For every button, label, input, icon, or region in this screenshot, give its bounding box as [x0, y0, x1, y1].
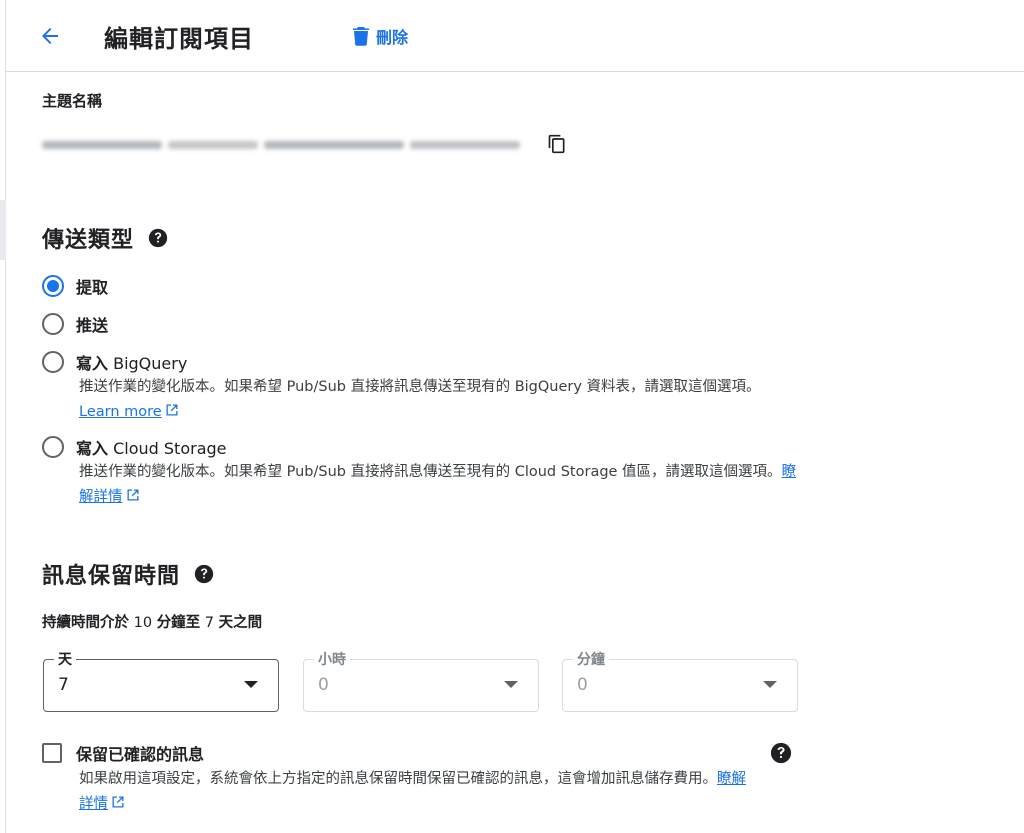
radio-push-label: 推送	[76, 316, 109, 335]
left-rail-marker	[0, 200, 6, 260]
radio-button[interactable]	[42, 351, 64, 373]
radio-cloud-storage[interactable]: 寫入 Cloud Storage	[42, 435, 227, 459]
hours-select-value: 0	[318, 675, 329, 695]
radio-pull[interactable]: 提取	[42, 274, 108, 298]
minutes-select-value: 0	[577, 675, 588, 695]
bigquery-description: 推送作業的變化版本。如果希望 Pub/Sub 直接將訊息傳送至現有的 BigQu…	[79, 379, 761, 420]
dropdown-arrow-icon	[763, 681, 777, 688]
retain-acked-label: 保留已確認的訊息	[76, 745, 205, 764]
minutes-select-label: 分鐘	[573, 649, 609, 669]
dropdown-arrow-icon	[504, 681, 518, 688]
retain-acked-description: 如果啟用這項設定，系統會依上方指定的訊息保留時間保留已確認的訊息，這會增加訊息儲…	[79, 771, 746, 812]
open-in-new-icon	[112, 796, 124, 808]
radio-bigquery-label: 寫入 BigQuery	[76, 354, 188, 373]
delete-button[interactable]: 刪除	[352, 22, 408, 50]
help-icon[interactable]	[770, 742, 792, 764]
topic-name-redacted	[42, 134, 522, 156]
left-rail	[0, 0, 6, 833]
minutes-select[interactable]: 分鐘 0	[562, 649, 798, 712]
delivery-type-heading: 傳送類型	[42, 222, 168, 254]
arrow-back-icon	[42, 28, 58, 44]
help-icon[interactable]	[194, 564, 214, 584]
copy-icon	[548, 134, 565, 154]
days-select-value: 7	[58, 675, 69, 695]
copy-button[interactable]	[544, 131, 570, 157]
radio-button-checked[interactable]	[42, 275, 64, 297]
dropdown-arrow-icon	[244, 681, 258, 688]
back-button[interactable]	[34, 20, 66, 52]
help-icon[interactable]	[148, 228, 168, 248]
radio-push[interactable]: 推送	[42, 312, 108, 336]
open-in-new-icon	[166, 404, 178, 416]
retain-acked-checkbox-row[interactable]: 保留已確認的訊息	[42, 741, 204, 765]
page-header: 編輯訂閱項目 刪除	[6, 0, 1024, 72]
radio-pull-label: 提取	[76, 278, 109, 297]
radio-cloud-storage-label: 寫入 Cloud Storage	[76, 439, 227, 458]
trash-icon	[353, 27, 369, 46]
days-select[interactable]: 天 7	[43, 649, 279, 712]
delete-button-label: 刪除	[376, 28, 409, 47]
delivery-type-title: 傳送類型	[42, 228, 135, 253]
retention-hint: 持續時間介於 10 分鐘至 7 天之間	[42, 615, 263, 631]
retention-title: 訊息保留時間	[42, 564, 181, 589]
retain-acked-checkbox[interactable]	[42, 743, 62, 763]
days-select-label: 天	[54, 649, 76, 669]
bigquery-learn-more-link[interactable]: Learn more	[79, 404, 162, 420]
hours-select-label: 小時	[314, 649, 350, 669]
topic-name-label: 主題名稱	[42, 92, 103, 110]
hours-select[interactable]: 小時 0	[303, 649, 539, 712]
cloud-storage-description: 推送作業的變化版本。如果希望 Pub/Sub 直接將訊息傳送至現有的 Cloud…	[79, 464, 797, 505]
retention-heading: 訊息保留時間	[42, 558, 214, 590]
radio-bigquery[interactable]: 寫入 BigQuery	[42, 350, 187, 374]
radio-button[interactable]	[42, 436, 64, 458]
page-title: 編輯訂閱項目	[104, 25, 254, 53]
open-in-new-icon	[127, 489, 138, 501]
radio-button[interactable]	[42, 313, 64, 335]
